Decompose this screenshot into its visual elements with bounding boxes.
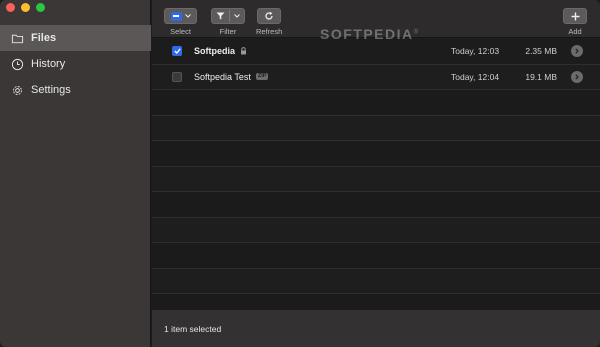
table-row[interactable]: Softpedia Today, 12:03 2.35 MB [152,39,600,65]
filter-group: Filter [211,8,245,36]
sidebar-item-label: Files [31,32,57,44]
chevron-down-icon [184,14,191,18]
empty-row [152,116,600,141]
sidebar-item-files[interactable]: Files [0,25,151,51]
empty-row [152,269,600,294]
select-label: Select [170,27,191,36]
empty-row [152,141,600,167]
row-checkbox-unchecked[interactable] [172,71,182,82]
file-date: Today, 12:03 [451,46,500,57]
refresh-label: Refresh [256,27,283,36]
empty-row [152,90,600,116]
open-details-button[interactable] [571,45,583,58]
empty-row [152,192,600,218]
table-row[interactable]: Softpedia Test ZIP Today, 12:04 19.1 MB [152,65,600,90]
chevron-down-icon [234,14,240,18]
file-name: Softpedia Test ZIP [194,71,269,82]
minimize-window-button[interactable] [21,3,30,12]
sidebar-item-label: History [31,58,66,70]
add-button[interactable] [563,8,587,24]
chevron-right-icon [575,74,579,80]
close-window-button[interactable] [6,3,15,12]
sidebar-nav: Files History Settings [0,25,151,103]
add-group: Add [563,8,587,36]
sidebar-item-history[interactable]: History [0,51,151,77]
file-name-text: Softpedia [194,46,236,57]
file-date: Today, 12:04 [451,71,500,82]
window-controls [6,3,45,12]
open-details-button[interactable] [571,70,583,83]
file-list: Softpedia Today, 12:03 2.35 MB Softpedia… [152,39,600,309]
select-indicator-icon [170,11,182,21]
zoom-window-button[interactable] [36,3,45,12]
filter-label: Filter [219,27,237,36]
file-size: 2.35 MB [525,46,557,57]
select-button[interactable] [164,8,197,24]
empty-row [152,167,600,192]
sidebar-item-settings[interactable]: Settings [0,77,151,103]
file-size: 19.1 MB [525,71,557,82]
chevron-right-icon [575,48,579,54]
clock-icon [11,58,24,70]
select-group: Select [164,8,197,36]
empty-row [152,218,600,243]
refresh-button[interactable] [257,8,282,24]
file-name-text: Softpedia Test [194,71,251,82]
selection-status: 1 item selected [164,324,222,334]
empty-row [152,243,600,269]
gear-icon [13,85,22,95]
divider [229,10,230,22]
funnel-icon [216,12,225,20]
plus-icon [571,12,579,20]
checkmark-icon [173,48,181,55]
file-name: Softpedia [194,46,247,56]
sidebar: Files History Settings [0,0,151,347]
registered-mark: ® [413,29,420,36]
lock-icon [241,47,247,55]
add-label: Add [568,27,582,36]
refresh-group: Refresh [256,8,282,36]
filter-button[interactable] [211,8,245,24]
row-checkbox-checked[interactable] [172,46,182,57]
folder-icon [11,34,24,43]
empty-row [152,294,600,309]
refresh-icon [265,11,273,20]
sidebar-item-label: Settings [31,84,71,96]
zip-badge: ZIP [255,73,269,81]
app-window: Files History Settings Select Filter Ref… [0,0,600,347]
status-bar: 1 item selected [152,309,600,347]
